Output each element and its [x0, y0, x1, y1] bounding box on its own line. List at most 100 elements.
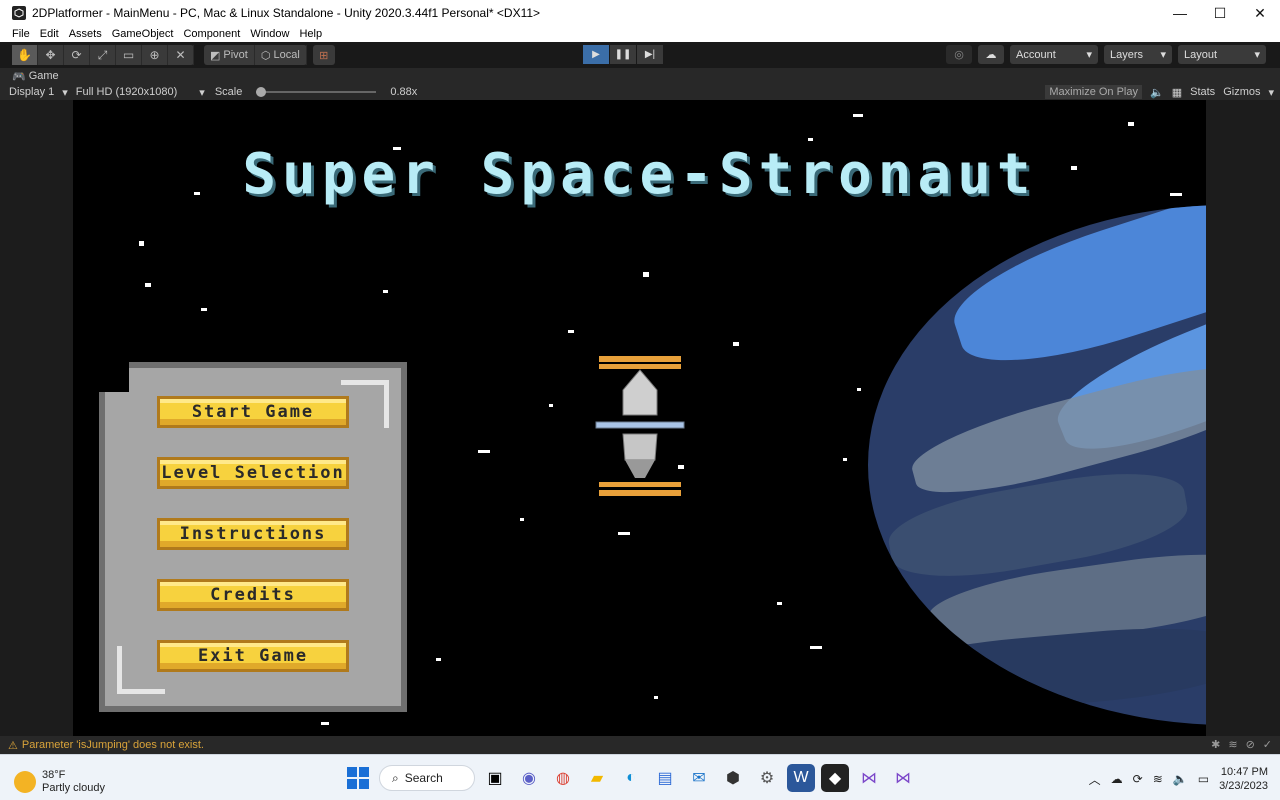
star: [654, 696, 658, 699]
chevron-down-icon: ▾: [199, 86, 205, 99]
volume-icon[interactable]: 🔈: [1173, 772, 1188, 786]
account-dropdown[interactable]: Account ▾: [1010, 45, 1098, 64]
settings-icon[interactable]: ⚙: [753, 764, 781, 792]
scale-tool-icon[interactable]: ⤢: [90, 45, 116, 65]
local-label: Local: [273, 49, 300, 61]
unity-hub-icon[interactable]: ⬢: [719, 764, 747, 792]
clock-time: 10:47 PM: [1220, 766, 1268, 778]
menu-help[interactable]: Help: [294, 28, 327, 40]
exit-game-button[interactable]: Exit Game: [157, 640, 349, 672]
star: [810, 646, 822, 649]
file-explorer-icon[interactable]: ▰: [583, 764, 611, 792]
layers-label: Layers: [1110, 48, 1144, 61]
system-tray: ︿ ☁ ⟳ ≋ 🔈 ▭ 10:47 PM 3/23/2023: [1089, 765, 1268, 793]
star: [383, 290, 388, 293]
windows-taskbar: 38°F Partly cloudy ⌕ Search ▣ ◉ ◍ ▰ ◐ ▤ …: [0, 754, 1280, 800]
star: [201, 308, 207, 311]
planet-sprite: [868, 205, 1206, 725]
windows-start-icon[interactable]: [347, 767, 369, 789]
gizmos-button[interactable]: Gizmos: [1223, 86, 1260, 98]
tab-game[interactable]: Game: [29, 70, 59, 82]
credits-button[interactable]: Credits: [157, 579, 349, 611]
menu-assets[interactable]: Assets: [64, 28, 107, 40]
sync-icon[interactable]: ⟳: [1133, 772, 1143, 786]
chevron-down-icon: ▾: [1160, 49, 1166, 61]
bug-icon[interactable]: ✱: [1211, 738, 1220, 751]
star: [1128, 122, 1134, 126]
battery-icon[interactable]: ▭: [1198, 772, 1209, 786]
menu-file[interactable]: File: [0, 28, 35, 40]
star: [520, 518, 524, 521]
pivot-button[interactable]: ◩ Pivot: [204, 45, 255, 65]
layout-dropdown[interactable]: Layout ▾: [1178, 45, 1266, 64]
menu-window[interactable]: Window: [245, 28, 294, 40]
resolution-label: Full HD (1920x1080): [75, 86, 178, 98]
store-icon[interactable]: ▤: [651, 764, 679, 792]
scale-slider-knob[interactable]: [256, 87, 267, 97]
weather-widget[interactable]: 38°F Partly cloudy: [14, 769, 105, 795]
onedrive-icon[interactable]: ☁: [1111, 772, 1123, 786]
menu-gameobject[interactable]: GameObject: [107, 28, 179, 40]
rotate-tool-icon[interactable]: ⟳: [64, 45, 90, 65]
unity-editor-icon[interactable]: ◆: [821, 764, 849, 792]
chat-icon[interactable]: ◉: [515, 764, 543, 792]
start-game-button[interactable]: Start Game: [157, 396, 349, 428]
level-selection-button[interactable]: Level Selection: [157, 457, 349, 489]
check-icon[interactable]: ✓: [1263, 738, 1272, 751]
word-icon[interactable]: W: [787, 764, 815, 792]
maximize-button[interactable]: ☐: [1200, 0, 1240, 26]
collab-icon[interactable]: ◎: [946, 45, 972, 64]
stats-button[interactable]: Stats: [1190, 86, 1215, 98]
visual-studio-icon-2[interactable]: ⋈: [889, 764, 917, 792]
clock[interactable]: 10:47 PM 3/23/2023: [1219, 765, 1268, 793]
star: [145, 283, 151, 287]
move-tool-icon[interactable]: ✥: [38, 45, 64, 65]
play-button[interactable]: ▶: [583, 45, 609, 64]
mail-icon[interactable]: ✉: [685, 764, 713, 792]
grid-snap-icon[interactable]: ⊞: [312, 45, 335, 65]
transform-tool-icon[interactable]: ⊕: [142, 45, 168, 65]
maximize-on-play-button[interactable]: Maximize On Play: [1045, 85, 1142, 99]
game-view[interactable]: Super Space-Stronaut Start Game Level Se…: [73, 100, 1206, 736]
display-dropdown[interactable]: Display 1 ▾: [9, 86, 68, 99]
step-button[interactable]: ▶|: [637, 45, 663, 64]
toolbar-right: ◎ ☁ Account ▾ Layers ▾ Layout ▾: [946, 45, 1266, 64]
chevron-down-icon: ▾: [62, 86, 68, 99]
chrome-icon[interactable]: ◍: [549, 764, 577, 792]
local-button[interactable]: ⬡ Local: [255, 45, 307, 65]
pause-button[interactable]: ❚❚: [610, 45, 636, 64]
instructions-button[interactable]: Instructions: [157, 518, 349, 550]
chevron-up-icon[interactable]: ︿: [1089, 771, 1101, 788]
resolution-dropdown[interactable]: Full HD (1920x1080) ▾: [76, 86, 205, 99]
pivot-toggle-group: ◩ Pivot ⬡ Local: [204, 45, 307, 65]
task-view-icon[interactable]: ▣: [481, 764, 509, 792]
star: [436, 658, 441, 661]
console-status-bar[interactable]: ⚠ Parameter 'isJumping' does not exist. …: [0, 736, 1280, 754]
stack-icon[interactable]: ≋: [1228, 738, 1237, 751]
layers-dropdown[interactable]: Layers ▾: [1104, 45, 1172, 64]
star: [139, 241, 144, 246]
hand-tool-icon[interactable]: ✋: [12, 45, 38, 65]
toolbar: ✋ ✥ ⟳ ⤢ ▭ ⊕ ✕ ◩ Pivot ⬡ Local ⊞ ▶ ❚❚ ▶| …: [0, 42, 1280, 68]
cloud-icon[interactable]: ☁: [978, 45, 1004, 64]
close-button[interactable]: ✕: [1240, 0, 1280, 26]
search-icon: ⌕: [392, 770, 399, 785]
edge-icon[interactable]: ◐: [617, 764, 645, 792]
minimize-button[interactable]: —: [1160, 0, 1200, 26]
mute-audio-icon[interactable]: 🔈: [1150, 86, 1164, 99]
wifi-icon[interactable]: ≋: [1153, 772, 1163, 786]
menu-component[interactable]: Component: [178, 28, 245, 40]
scale-slider[interactable]: [256, 87, 377, 97]
game-view-controls: Display 1 ▾ Full HD (1920x1080) ▾ Scale …: [0, 84, 1280, 100]
visual-studio-icon[interactable]: ⋈: [855, 764, 883, 792]
menu-edit[interactable]: Edit: [35, 28, 64, 40]
taskbar-search[interactable]: ⌕ Search: [379, 765, 475, 791]
scale-label: Scale: [214, 86, 243, 98]
custom-tool-icon[interactable]: ✕: [168, 45, 194, 65]
star: [733, 342, 739, 346]
no-entry-icon[interactable]: ⊘: [1246, 738, 1255, 751]
chevron-down-icon[interactable]: ▾: [1268, 86, 1274, 99]
warning-icon: ⚠: [8, 739, 18, 752]
rect-tool-icon[interactable]: ▭: [116, 45, 142, 65]
scale-value: 0.88x: [390, 86, 418, 98]
